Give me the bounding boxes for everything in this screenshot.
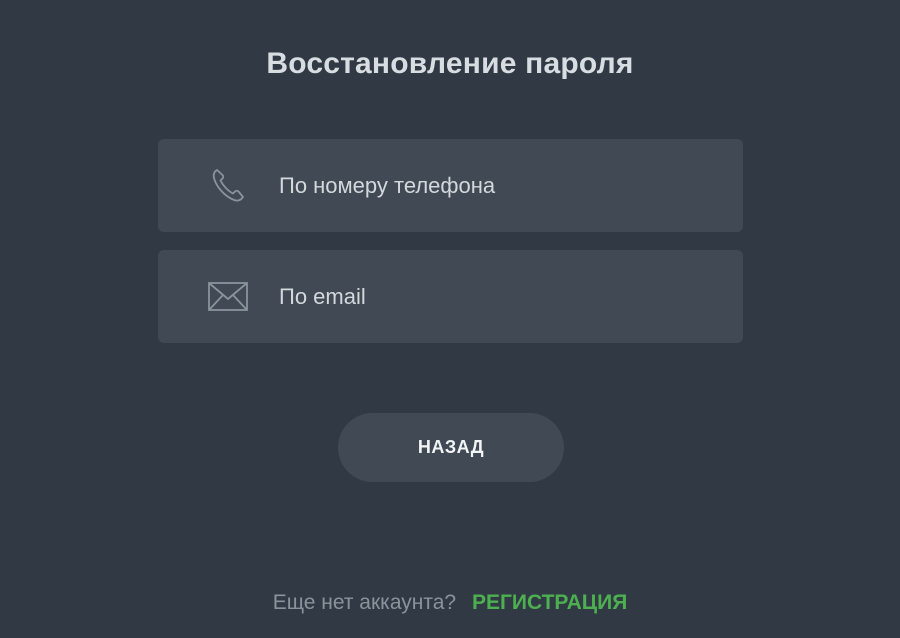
envelope-icon xyxy=(208,277,248,317)
register-prompt: Еще нет аккаунта? РЕГИСТРАЦИЯ xyxy=(0,589,900,617)
page-title: Восстановление пароля xyxy=(266,47,634,80)
phone-icon xyxy=(208,166,248,206)
recover-by-email-option[interactable]: По email xyxy=(158,250,743,343)
register-link[interactable]: РЕГИСТРАЦИЯ xyxy=(472,591,627,614)
back-button[interactable]: НАЗАД xyxy=(338,413,564,482)
recover-by-phone-option[interactable]: По номеру телефона xyxy=(158,139,743,232)
recover-by-email-label: По email xyxy=(279,284,366,309)
recover-by-phone-label: По номеру телефона xyxy=(279,173,496,198)
no-account-text: Еще нет аккаунта? xyxy=(272,591,457,614)
